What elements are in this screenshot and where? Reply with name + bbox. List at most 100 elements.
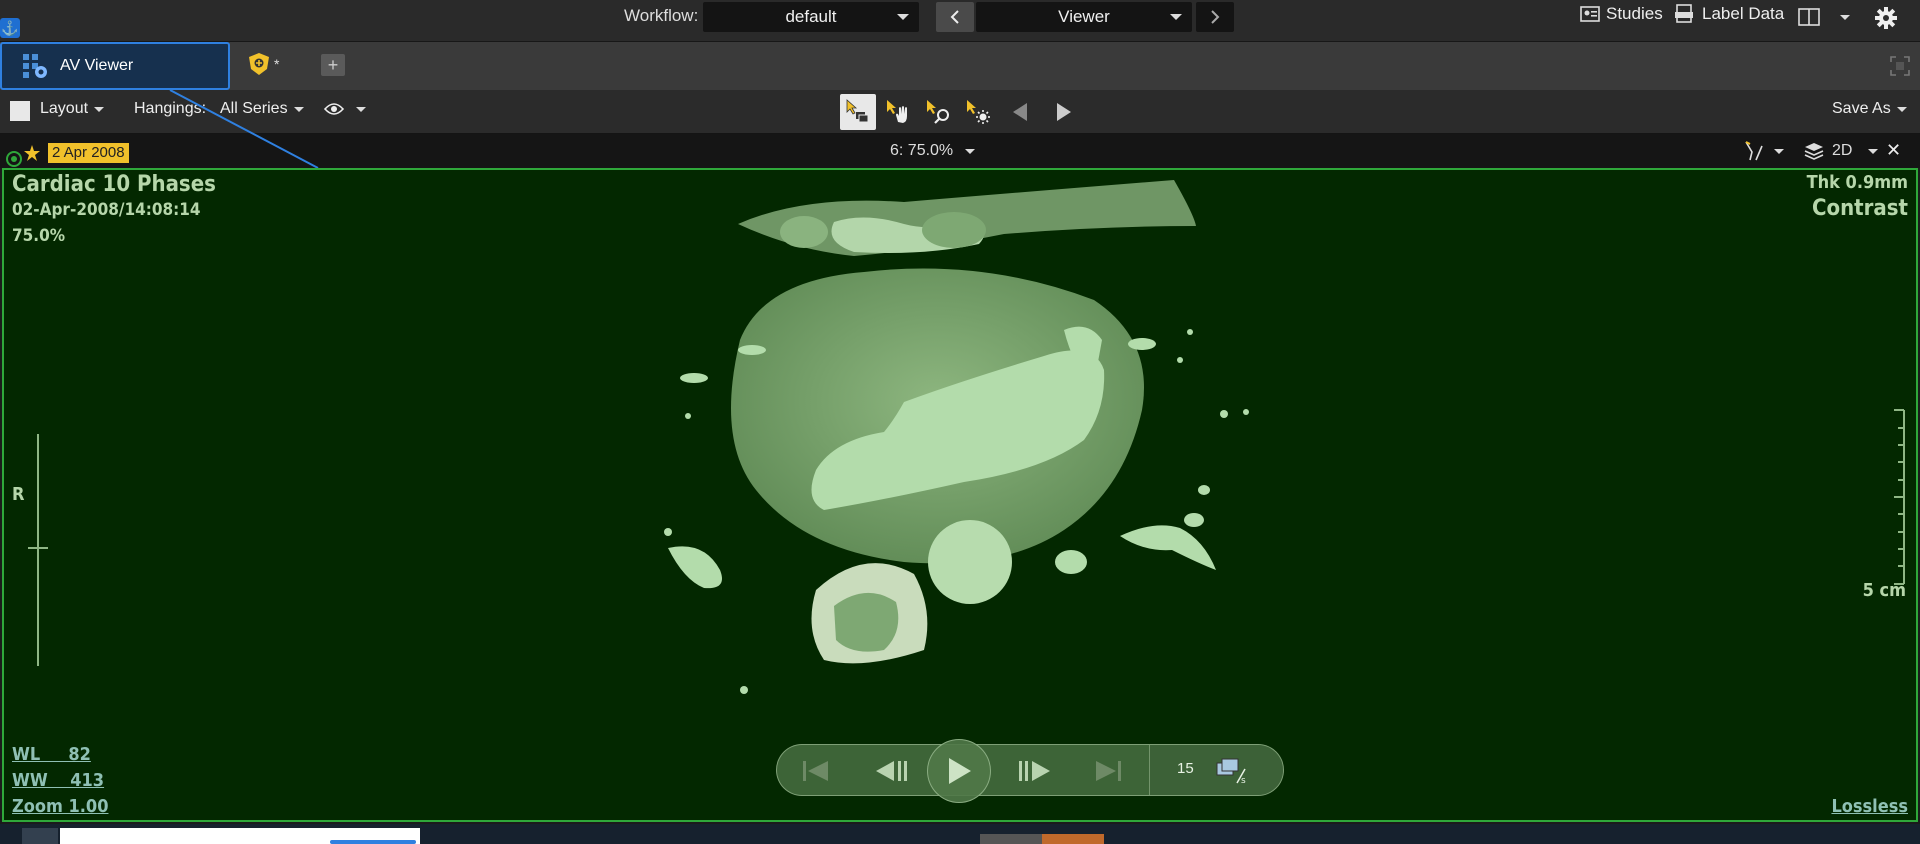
render-mode-dropdown[interactable]: 2D xyxy=(1804,142,1879,160)
chevron-down-icon xyxy=(1868,148,1879,154)
layout-menu[interactable]: Layout xyxy=(40,100,105,118)
chevron-down-icon xyxy=(1774,148,1784,154)
skip-forward-icon xyxy=(1096,761,1121,781)
eye-icon xyxy=(324,103,344,115)
hangings-label: Hangings: xyxy=(134,100,207,117)
next-button[interactable] xyxy=(1196,2,1234,32)
layers-icon xyxy=(1804,143,1824,160)
label-data-icon xyxy=(1675,4,1693,23)
chevron-down-icon xyxy=(356,106,366,112)
tab-bar: AV Viewer * + xyxy=(0,42,1920,90)
ct-image[interactable] xyxy=(4,170,1916,820)
pan-tool[interactable] xyxy=(880,94,916,130)
visibility-menu[interactable] xyxy=(324,102,366,116)
studies-icon xyxy=(1580,6,1600,22)
tab-av-viewer[interactable]: AV Viewer xyxy=(0,42,230,90)
toolbar: Layout Hangings: All Series Save As xyxy=(0,90,1920,134)
frame-rate-button[interactable]: s xyxy=(1215,755,1249,790)
study-date-tag: 2 Apr 2008 xyxy=(48,143,129,163)
compression-status: Lossless xyxy=(1831,796,1908,817)
chevron-down-icon xyxy=(965,148,976,154)
zoom-value[interactable]: Zoom 1.00 xyxy=(12,796,108,817)
chevron-left-icon xyxy=(950,10,959,24)
acquisition-datetime: 02-Apr-2008/14:08:14 xyxy=(12,200,201,220)
chevron-down-icon xyxy=(1896,106,1907,112)
label-data-button[interactable]: Label Data xyxy=(1674,4,1784,24)
taskbar-strip xyxy=(0,824,1920,844)
anchor-icon[interactable]: ⚓ xyxy=(0,18,20,38)
series-title: Cardiac 10 Phases xyxy=(12,172,216,197)
select-all-checkbox[interactable] xyxy=(10,101,30,121)
next-tool-button[interactable] xyxy=(1046,94,1082,130)
panel-layout-icon xyxy=(1798,8,1820,26)
fullscreen-icon xyxy=(1890,56,1910,76)
close-viewport-button[interactable]: ✕ xyxy=(1886,140,1901,161)
skip-back-icon xyxy=(803,761,828,781)
plus-icon: + xyxy=(327,54,339,75)
slice-thickness: Thk 0.9mm xyxy=(1806,172,1908,193)
previous-tool-button[interactable] xyxy=(1002,94,1038,130)
studies-label: Studies xyxy=(1606,4,1663,23)
window-level-tool[interactable] xyxy=(960,94,996,130)
brightness-icon xyxy=(967,100,990,124)
previous-button[interactable] xyxy=(936,2,974,32)
viewer-value: Viewer xyxy=(1058,7,1110,26)
zoom-percent: 75.0% xyxy=(12,226,66,246)
play-button[interactable] xyxy=(927,739,991,803)
save-as-menu[interactable]: Save As xyxy=(1832,100,1907,118)
hangings-value: All Series xyxy=(220,100,288,117)
measure-pen-icon xyxy=(1745,141,1763,161)
add-tab-button[interactable]: + xyxy=(321,54,345,76)
zoom-magnifier-icon xyxy=(927,100,949,124)
frames-per-second-icon: s xyxy=(1216,758,1246,786)
annotation-tool-dropdown[interactable] xyxy=(1744,140,1784,162)
hangings-dropdown[interactable]: All Series xyxy=(220,100,304,118)
save-as-label: Save As xyxy=(1832,100,1891,117)
scale-label: 5 cm xyxy=(1862,580,1906,601)
gear-icon xyxy=(1875,7,1897,29)
stack-pointer-icon xyxy=(846,99,869,123)
window-level-value[interactable]: WL 82 xyxy=(12,744,91,765)
chevron-down-icon xyxy=(1170,14,1182,20)
play-icon xyxy=(949,758,971,784)
chevron-down-icon xyxy=(293,106,304,112)
grid-gear-icon xyxy=(23,54,47,78)
studies-button[interactable]: Studies xyxy=(1580,4,1663,24)
step-forward-icon xyxy=(1019,761,1050,781)
series-zoom-info: 6: 75.0% xyxy=(890,142,954,159)
close-icon: ✕ xyxy=(1886,140,1902,160)
chevron-down-icon xyxy=(897,14,909,20)
last-frame-button[interactable] xyxy=(1089,757,1129,785)
svg-text:s: s xyxy=(1241,776,1246,785)
next-frame-button[interactable] xyxy=(1015,757,1055,785)
tab-secondary[interactable]: * xyxy=(248,52,279,76)
pan-hand-icon xyxy=(887,100,907,123)
top-bar: ⚓ Workflow: default Viewer Studies Label… xyxy=(0,0,1920,42)
triangle-right-icon xyxy=(1057,103,1071,121)
settings-button[interactable] xyxy=(1874,6,1898,35)
contrast-label: Contrast xyxy=(1811,196,1908,221)
previous-frame-button[interactable] xyxy=(871,757,911,785)
target-star-icon xyxy=(6,145,40,167)
layout-label: Layout xyxy=(40,100,89,117)
stack-scroll-tool[interactable] xyxy=(840,94,876,130)
tab-modified-marker: * xyxy=(274,56,280,72)
fullscreen-button[interactable] xyxy=(1890,56,1910,81)
viewport-header: 2 Apr 2008 6: 75.0% 2D ✕ xyxy=(0,134,1920,168)
chevron-down-icon xyxy=(1840,14,1850,20)
triangle-left-icon xyxy=(1013,103,1027,121)
workflow-value: default xyxy=(785,7,837,26)
series-zoom-dropdown[interactable]: 6: 75.0% xyxy=(890,142,976,160)
shield-badge-icon xyxy=(249,53,269,75)
workflow-label: Workflow: xyxy=(624,6,699,25)
render-mode-value: 2D xyxy=(1832,142,1853,159)
first-frame-button[interactable] xyxy=(795,757,835,785)
zoom-tool[interactable] xyxy=(920,94,956,130)
viewer-dropdown[interactable]: Viewer xyxy=(976,2,1192,32)
frame-rate-value: 15 xyxy=(1177,760,1194,777)
workflow-dropdown[interactable]: default xyxy=(703,2,919,32)
image-viewport[interactable]: Cardiac 10 Phases 02-Apr-2008/14:08:14 7… xyxy=(2,168,1918,822)
window-width-value[interactable]: WW 413 xyxy=(12,770,104,791)
layout-panel-button[interactable] xyxy=(1798,8,1850,26)
tab-label: AV Viewer xyxy=(60,57,134,74)
